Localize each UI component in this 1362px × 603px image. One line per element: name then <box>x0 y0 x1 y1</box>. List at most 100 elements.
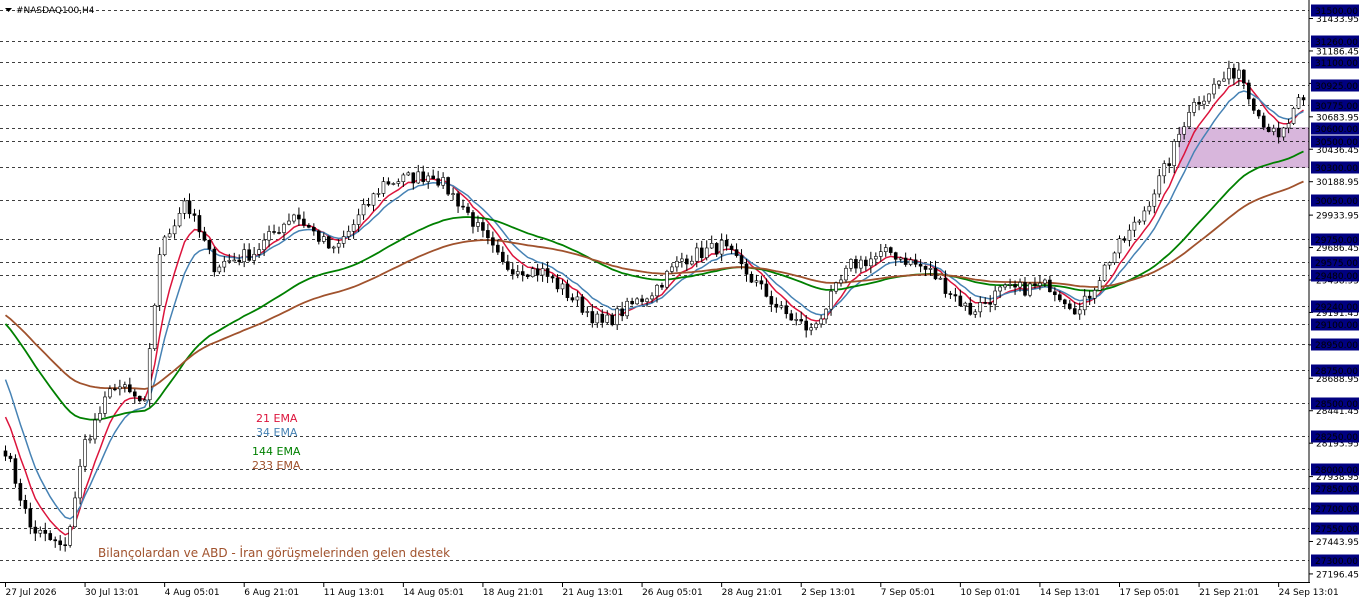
candle-body <box>555 277 560 290</box>
candle-body <box>401 174 406 182</box>
candle-body <box>585 311 590 313</box>
candle-body <box>167 233 172 238</box>
candle-body <box>197 215 202 233</box>
candle-body <box>580 296 585 313</box>
candle-body <box>640 298 644 302</box>
candle-body <box>749 273 754 283</box>
candle-body <box>93 419 97 440</box>
price-chart[interactable]: 31433.9531186.4530938.9530683.9530436.45… <box>0 0 1362 603</box>
candle-body <box>869 258 873 267</box>
level-label: 31100.00 <box>1315 59 1358 69</box>
candle-body <box>645 298 649 302</box>
candle-body <box>1227 67 1231 80</box>
level-label: 31260.00 <box>1315 38 1358 48</box>
time-tick-label: 21 Aug 13:01 <box>562 588 623 598</box>
candle-body <box>849 259 853 269</box>
candle-body <box>162 236 167 256</box>
candle-body <box>1077 309 1082 315</box>
candle-body <box>1028 283 1032 296</box>
candle-body <box>1048 279 1052 293</box>
candle-body <box>416 171 421 184</box>
candle-body <box>650 295 654 300</box>
candle-body <box>207 239 212 250</box>
candle-body <box>774 303 779 308</box>
candle-body <box>242 249 247 262</box>
candle-body <box>192 213 197 216</box>
candle-body <box>118 386 122 390</box>
candle-body <box>1172 141 1177 166</box>
candle-body <box>605 314 610 323</box>
candle-body <box>63 544 67 547</box>
candle-body <box>1177 133 1181 142</box>
candle-body <box>635 298 639 305</box>
candle-body <box>1256 110 1261 117</box>
candle-body <box>814 323 818 329</box>
time-tick-label: 2 Sep 13:01 <box>801 588 855 598</box>
candle-body <box>1023 282 1027 296</box>
candle-body <box>699 247 704 258</box>
candle-body <box>630 300 634 305</box>
candle-body <box>267 231 271 241</box>
candle-body <box>307 224 311 228</box>
level-label: 28000.00 <box>1315 466 1358 476</box>
candle-body <box>282 223 286 233</box>
candle-body <box>1197 102 1201 105</box>
candle-body <box>297 214 301 220</box>
candle-body <box>878 251 883 257</box>
candle-body <box>923 265 928 270</box>
candle-body <box>1237 69 1241 79</box>
candle-body <box>973 311 978 315</box>
candle-body <box>53 539 58 542</box>
candle-body <box>386 181 391 185</box>
candle-body <box>277 232 281 234</box>
candle-body <box>595 313 600 324</box>
level-label: 30500.00 <box>1315 138 1358 148</box>
candle-body <box>1008 284 1012 286</box>
level-label: 30600.00 <box>1315 125 1358 135</box>
candle-body <box>615 308 620 326</box>
candle-body <box>948 293 953 295</box>
candle-body <box>376 193 381 195</box>
candle-body <box>1092 290 1097 299</box>
candle-body <box>1167 163 1172 166</box>
candle-body <box>1286 123 1291 129</box>
candle-body <box>908 259 913 265</box>
candle-body <box>172 225 177 235</box>
candle-body <box>834 282 838 292</box>
candle-body <box>336 243 341 248</box>
candle-body <box>137 395 142 402</box>
candle-body <box>182 200 187 214</box>
candle-body <box>1182 126 1186 135</box>
candle-body <box>103 396 107 414</box>
candle-body <box>287 220 291 225</box>
candle-body <box>292 214 296 222</box>
candle-body <box>515 271 520 275</box>
candle-body <box>769 296 774 305</box>
time-tick-label: 6 Aug 21:01 <box>244 588 299 598</box>
level-label: 29575.00 <box>1315 259 1358 269</box>
price-tick-label: 31186.45 <box>1316 47 1359 57</box>
candle-body <box>371 193 376 206</box>
candle-body <box>1033 283 1037 286</box>
candle-body <box>734 249 739 256</box>
candle-body <box>217 266 222 273</box>
time-tick-label: 26 Aug 05:01 <box>642 588 703 598</box>
candle-body <box>212 248 217 273</box>
candle-body <box>1127 229 1132 241</box>
candle-body <box>953 294 958 297</box>
candle-body <box>968 302 973 315</box>
candle-body <box>128 384 132 393</box>
support-zone-layer <box>1178 127 1309 168</box>
candle-body <box>78 465 82 499</box>
candle-body <box>505 261 510 270</box>
candle-body <box>898 257 903 260</box>
candle-body <box>1107 262 1112 266</box>
candle-body <box>983 302 988 304</box>
candle-body <box>1162 163 1167 177</box>
candle-body <box>704 247 709 258</box>
candle-body <box>993 290 997 305</box>
candle-body <box>918 264 923 267</box>
candle-body <box>724 239 729 247</box>
candle-body <box>1276 127 1281 138</box>
price-tick-label: 29933.95 <box>1316 212 1359 222</box>
